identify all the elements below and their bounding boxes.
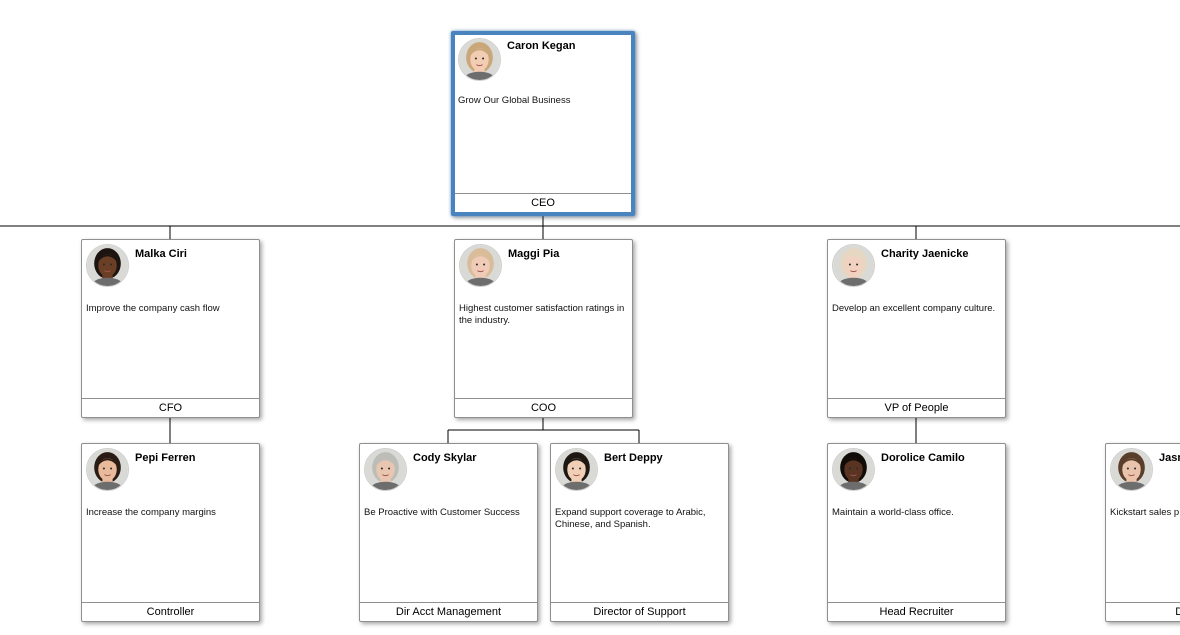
org-card-charity-jaenicke[interactable]: Charity Jaenicke Develop an excellent co… xyxy=(827,239,1006,418)
job-title: Head Recruiter xyxy=(828,602,1005,621)
person-goal: Improve the company cash flow xyxy=(86,303,220,314)
person-goal: Increase the company margins xyxy=(86,507,216,518)
avatar xyxy=(364,448,407,491)
person-name: Pepi Ferren xyxy=(135,452,196,464)
org-card-cody-skylar[interactable]: Cody Skylar Be Proactive with Customer S… xyxy=(359,443,538,622)
avatar xyxy=(555,448,598,491)
org-chart-canvas[interactable]: Caron Kegan Grow Our Global Business CEO… xyxy=(0,0,1180,635)
person-goal: Be Proactive with Customer Success xyxy=(364,507,520,518)
job-title: COO xyxy=(455,398,632,417)
job-title: VP of People xyxy=(828,398,1005,417)
avatar xyxy=(86,244,129,287)
job-title: CEO xyxy=(455,193,631,212)
org-card-dorolice-camilo[interactable]: Dorolice Camilo Maintain a world-class o… xyxy=(827,443,1006,622)
person-goal: Develop an excellent company culture. xyxy=(832,303,996,314)
person-goal: Grow Our Global Business xyxy=(458,95,571,106)
person-name: Caron Kegan xyxy=(507,40,576,52)
person-name: Bert Deppy xyxy=(604,452,663,464)
person-name: Maggi Pia xyxy=(508,248,560,260)
org-card-maggi-pia[interactable]: Maggi Pia Highest customer satisfaction … xyxy=(454,239,633,418)
org-card-caron-kegan[interactable]: Caron Kegan Grow Our Global Business CEO xyxy=(451,31,635,216)
person-name: Malka Ciri xyxy=(135,248,187,260)
org-card-pepi-ferren[interactable]: Pepi Ferren Increase the company margins… xyxy=(81,443,260,622)
avatar xyxy=(832,244,875,287)
person-name: Jasm xyxy=(1159,452,1180,464)
avatar xyxy=(1110,448,1153,491)
avatar xyxy=(832,448,875,491)
org-card-bert-deppy[interactable]: Bert Deppy Expand support coverage to Ar… xyxy=(550,443,729,622)
job-title: Director of Support xyxy=(551,602,728,621)
avatar xyxy=(459,244,502,287)
person-name: Cody Skylar xyxy=(413,452,477,464)
job-title: CFO xyxy=(82,398,259,417)
person-name: Charity Jaenicke xyxy=(881,248,969,260)
person-goal: Highest customer satisfaction ratings in… xyxy=(459,303,625,326)
job-title: Controller xyxy=(82,602,259,621)
avatar xyxy=(458,38,501,81)
job-title: Director xyxy=(1106,602,1180,621)
job-title: Dir Acct Management xyxy=(360,602,537,621)
org-card-malka-ciri[interactable]: Malka Ciri Improve the company cash flow… xyxy=(81,239,260,418)
person-goal: Maintain a world-class office. xyxy=(832,507,954,518)
person-name: Dorolice Camilo xyxy=(881,452,965,464)
org-card-jasm[interactable]: Jasm Kickstart sales p indicator improve… xyxy=(1105,443,1180,622)
avatar xyxy=(86,448,129,491)
person-goal: Kickstart sales p indicator improve xyxy=(1110,507,1180,518)
person-goal: Expand support coverage to Arabic, Chine… xyxy=(555,507,706,530)
